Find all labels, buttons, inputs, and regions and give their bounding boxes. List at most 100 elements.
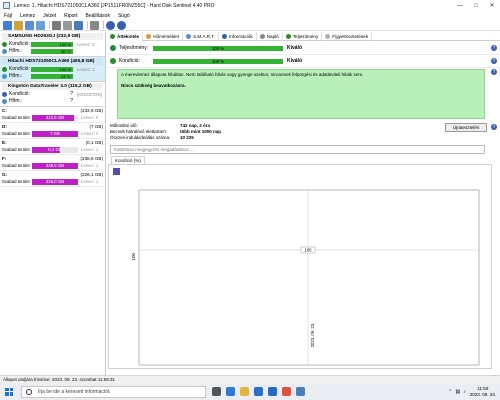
health-rating: Kiváló [287, 58, 303, 64]
taskbar-search[interactable]: Írja be ide a keresett információt. [21, 385, 206, 398]
store-icon[interactable] [254, 387, 263, 396]
tab-performance[interactable]: Teljesítmény [283, 31, 323, 41]
title-bar: Lemez: 1, Hitachi HDS721050CLA360 [JP151… [0, 0, 500, 11]
menu-export[interactable]: Riport [64, 13, 77, 19]
tab-label: Teljesítmény [292, 33, 319, 39]
health-bar: 100 % [31, 66, 73, 72]
free-space-label: Szabad terület [2, 163, 30, 168]
health-icon [2, 66, 7, 72]
maximize-button[interactable]: □ [468, 0, 484, 11]
mail-icon[interactable] [268, 387, 277, 396]
network-icon[interactable]: ▤ [455, 389, 460, 395]
help-icon[interactable]: ? [491, 69, 497, 75]
tab-overview[interactable]: Áttekintés [107, 31, 144, 41]
health-icon [2, 41, 7, 47]
free-space-value: 226,0 GB [45, 178, 65, 184]
volume-item[interactable]: E: (0,1 GB) Szabad terület 0,1 GB Lemez: … [0, 139, 105, 155]
menu-settings[interactable]: Beállítások [85, 13, 109, 19]
menu-report[interactable]: Jelzet [43, 13, 56, 19]
disk-icon[interactable] [25, 20, 34, 30]
report-icon[interactable] [36, 20, 45, 30]
disk-item[interactable]: Kingston DataTraveler 3.0 (115,2 GB) Kon… [0, 82, 105, 107]
system-tray: ⌃ ▤ ♪ 11:59 2023. 09. 23. [448, 383, 496, 400]
disk-ref: [KINGSTON] [77, 91, 102, 97]
volume-size: (7 GB) [89, 124, 103, 129]
help-icon[interactable]: ? [491, 45, 497, 51]
tab-alerts[interactable]: Figyelmeztetések [322, 31, 373, 41]
help-icon[interactable]: ? [491, 124, 497, 130]
disk-item[interactable]: SAMSUNG HD253GJ (232,9 GB) Kondíció: 100… [0, 32, 105, 57]
tab-information[interactable]: Információk [219, 31, 257, 41]
performance-bar: 100 % [153, 45, 283, 51]
chrome-icon[interactable] [282, 387, 291, 396]
open-icon[interactable] [14, 20, 23, 30]
tab-log[interactable]: Napló [257, 31, 283, 41]
tab-temperature[interactable]: Hőmérséklet [143, 31, 184, 41]
toolbar [0, 20, 500, 31]
performance-icon [285, 33, 291, 39]
x-tick-label: 2023. 09. 23. [310, 323, 315, 347]
minimize-button[interactable]: — [452, 0, 468, 11]
tab-label: S.M.A.R.T. [193, 33, 215, 39]
volume-item[interactable]: D: (7 GB) Szabad terület 7 GB Lemez: 2 [0, 123, 105, 139]
health-label: Kondíció: [9, 91, 30, 97]
volume-letter: D: [2, 124, 7, 129]
disk-ref: Lemez: 1 [81, 179, 99, 184]
info-icon[interactable] [117, 20, 126, 30]
health-label: Kondíció: [119, 58, 140, 64]
comment-input[interactable] [110, 145, 485, 154]
menu-help[interactable]: Súgó [118, 13, 130, 19]
task-view-icon[interactable] [212, 387, 221, 396]
health-label: Kondíció: [9, 41, 30, 47]
print-icon[interactable] [63, 20, 72, 30]
free-space-bar: 239,5 GB [32, 162, 78, 169]
data-point-label: 100 [305, 248, 313, 253]
health-row: Kondíció: 100 % Kiváló ? [107, 55, 500, 68]
hard-disk-sentinel-icon[interactable] [296, 387, 305, 396]
disk-ref: Lemez: 1 [81, 147, 99, 152]
volume-size: (238,6 GB) [80, 156, 103, 161]
help-icon[interactable]: ? [491, 58, 497, 64]
tab-smart[interactable]: S.M.A.R.T. [183, 31, 219, 41]
volume-icon[interactable]: ♪ [463, 389, 466, 395]
tab-health-chart[interactable]: Kondíció (%) [111, 156, 145, 164]
tray-arrow-icon[interactable]: ⌃ [448, 389, 452, 395]
thermometer-icon [146, 33, 152, 39]
status-rows: Teljesítmény: 100 % Kiváló ? Kondíció: 1… [107, 42, 500, 68]
menu-disk[interactable]: Lemez [20, 13, 35, 19]
disk-ref: Lemez: 0 [77, 41, 95, 47]
volume-item[interactable]: G: (226,1 GB) Szabad terület 226,0 GB Lem… [0, 171, 105, 187]
help-icon[interactable] [106, 20, 115, 30]
volume-letter: F: [2, 156, 7, 161]
volume-item[interactable]: C: (232,9 GB) Szabad terület 212,5 GB Lem… [0, 107, 105, 123]
performance-rating: Kiváló [287, 45, 303, 51]
mail-icon[interactable] [74, 20, 83, 30]
tab-label: Napló [266, 33, 279, 39]
close-button[interactable]: ✕ [484, 0, 500, 11]
temperature-icon [2, 73, 7, 79]
file-explorer-icon[interactable] [240, 387, 249, 396]
chart-svg: 100 100 2023. 09. 23. [131, 189, 480, 366]
disk-name: Hitachi HDS721050CLA360 (465,8 GB) [2, 58, 103, 65]
app-icon [3, 2, 10, 9]
plot-area [138, 189, 480, 366]
performance-row: Teljesítmény: 100 % Kiváló ? [107, 42, 500, 55]
taskbar: Írja be ide a keresett információt. ⌃ ▤ … [0, 383, 500, 400]
clock[interactable]: 11:59 2023. 09. 23. [470, 386, 496, 398]
window-title: Lemez: 1, Hitachi HDS721050CLA360 [JP151… [14, 2, 215, 9]
retest-button[interactable]: Újratesztelés [445, 123, 487, 132]
settings-icon[interactable] [90, 20, 99, 30]
refresh-icon[interactable] [3, 20, 12, 30]
volume-item[interactable]: F: (238,6 GB) Szabad terület 239,5 GB Lem… [0, 155, 105, 171]
save-icon[interactable] [52, 20, 61, 30]
disk-item-selected[interactable]: Hitachi HDS721050CLA360 (465,8 GB) Kondí… [0, 57, 105, 82]
free-space-label: Szabad terület [2, 179, 30, 184]
free-space-bar: 0,1 GB [32, 146, 78, 153]
tab-label: Hőmérséklet [153, 33, 180, 39]
windows-start-icon[interactable] [5, 387, 13, 396]
y-tick-label: 100 [131, 253, 136, 261]
edge-icon[interactable] [226, 387, 235, 396]
starts-value: 10 225 [180, 135, 194, 140]
menu-file[interactable]: Fájl [4, 13, 12, 19]
tab-label: Információk [228, 33, 253, 39]
